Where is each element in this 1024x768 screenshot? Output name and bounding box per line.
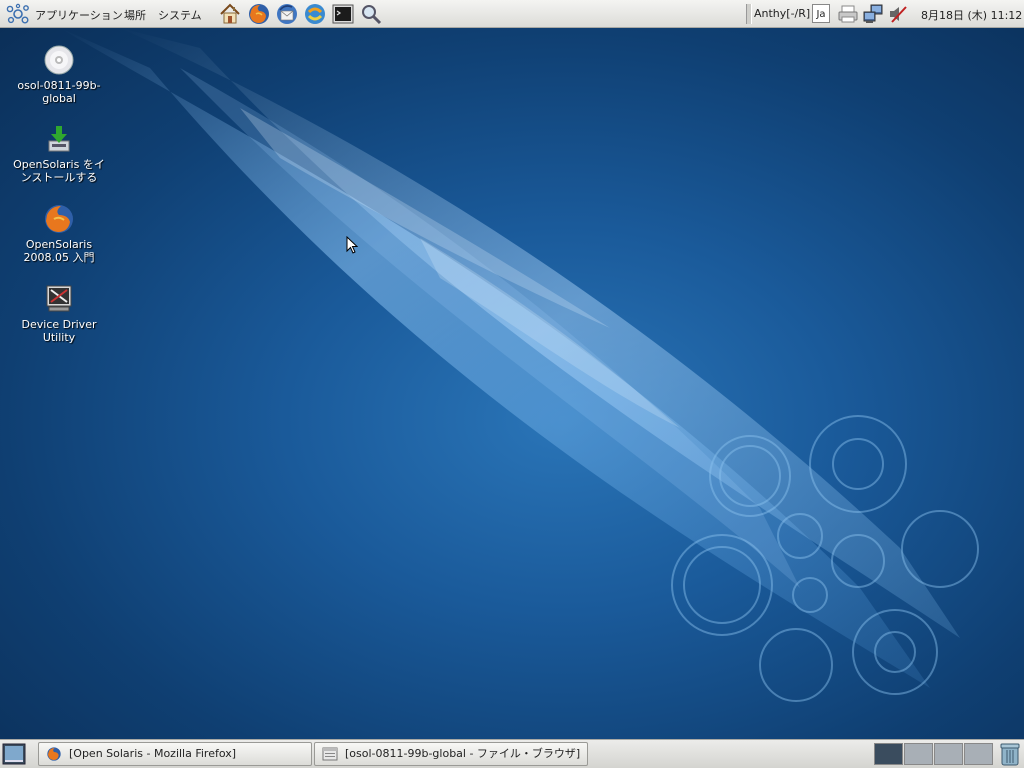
clock[interactable]: 8月18日 (木) 11:12 [921,7,1022,23]
thunderbird-icon[interactable] [275,2,299,26]
printer-icon[interactable] [837,3,859,25]
desktop-icon-getting-started[interactable]: OpenSolaris 2008.05 入門 [9,203,109,264]
desktop-icon-label: osol-0811-99b- [17,79,101,92]
desktop-icon-label: OpenSolaris [25,238,93,251]
menu-applications[interactable]: アプリケーション [35,7,123,23]
top-panel: アプリケーション 場所 システム Anthy[-/R] Ja 8月18日 (木)… [0,0,1024,28]
workspace-4[interactable] [964,743,993,765]
desktop-icon-install[interactable]: OpenSolaris をイ ンストールする [9,123,109,184]
workspace-2[interactable] [904,743,933,765]
network-icon[interactable] [862,3,884,25]
volume-muted-icon[interactable] [887,3,909,25]
workspace-3[interactable] [934,743,963,765]
trash-icon[interactable] [997,741,1023,767]
taskbar-button-label: [osol-0811-99b-global - ファイル・ブラウザ] [345,747,581,760]
desktop[interactable]: osol-0811-99b- global OpenSolaris をイ ンスト… [0,28,1024,739]
input-method-status[interactable]: Anthy[-/R] [754,7,810,20]
menu-system[interactable]: システム [158,7,202,23]
install-icon [48,126,70,152]
cdrom-icon [44,45,74,75]
firefox-icon [45,205,73,233]
desktop-icon-label: global [42,92,76,105]
search-icon[interactable] [359,2,383,26]
show-desktop-icon[interactable] [2,743,26,765]
home-icon[interactable] [218,2,242,26]
mouse-cursor-icon [346,236,358,254]
desktop-icon-label: Device Driver [21,318,97,331]
terminal-icon[interactable] [331,2,355,26]
file-browser-icon [322,747,338,761]
firefox-icon [47,747,61,761]
language-indicator[interactable]: Ja [812,4,830,23]
update-manager-icon[interactable] [303,2,327,26]
menu-places[interactable]: 場所 [124,7,146,23]
desktop-icon-label: ンストールする [20,171,98,184]
desktop-icon-cdrom[interactable]: osol-0811-99b- global [9,44,109,105]
firefox-icon[interactable] [247,2,271,26]
driver-utility-icon [46,285,72,312]
desktop-icon-label: OpenSolaris をイ [13,158,105,171]
taskbar-button-firefox[interactable]: [Open Solaris - Mozilla Firefox] [38,742,312,766]
panel-handle[interactable] [746,4,752,24]
taskbar-button-label: [Open Solaris - Mozilla Firefox] [69,747,237,760]
workspace-1[interactable] [874,743,903,765]
desktop-icon-label: 2008.05 入門 [23,251,95,264]
bottom-panel: [Open Solaris - Mozilla Firefox] [osol-0… [0,739,1024,768]
desktop-icon-label: Utility [42,331,76,344]
desktop-icon-device-driver-utility[interactable]: Device Driver Utility [9,283,109,344]
wallpaper [60,28,979,702]
taskbar-button-file-browser[interactable]: [osol-0811-99b-global - ファイル・ブラウザ] [314,742,588,766]
opensolaris-logo-icon[interactable] [6,3,30,25]
